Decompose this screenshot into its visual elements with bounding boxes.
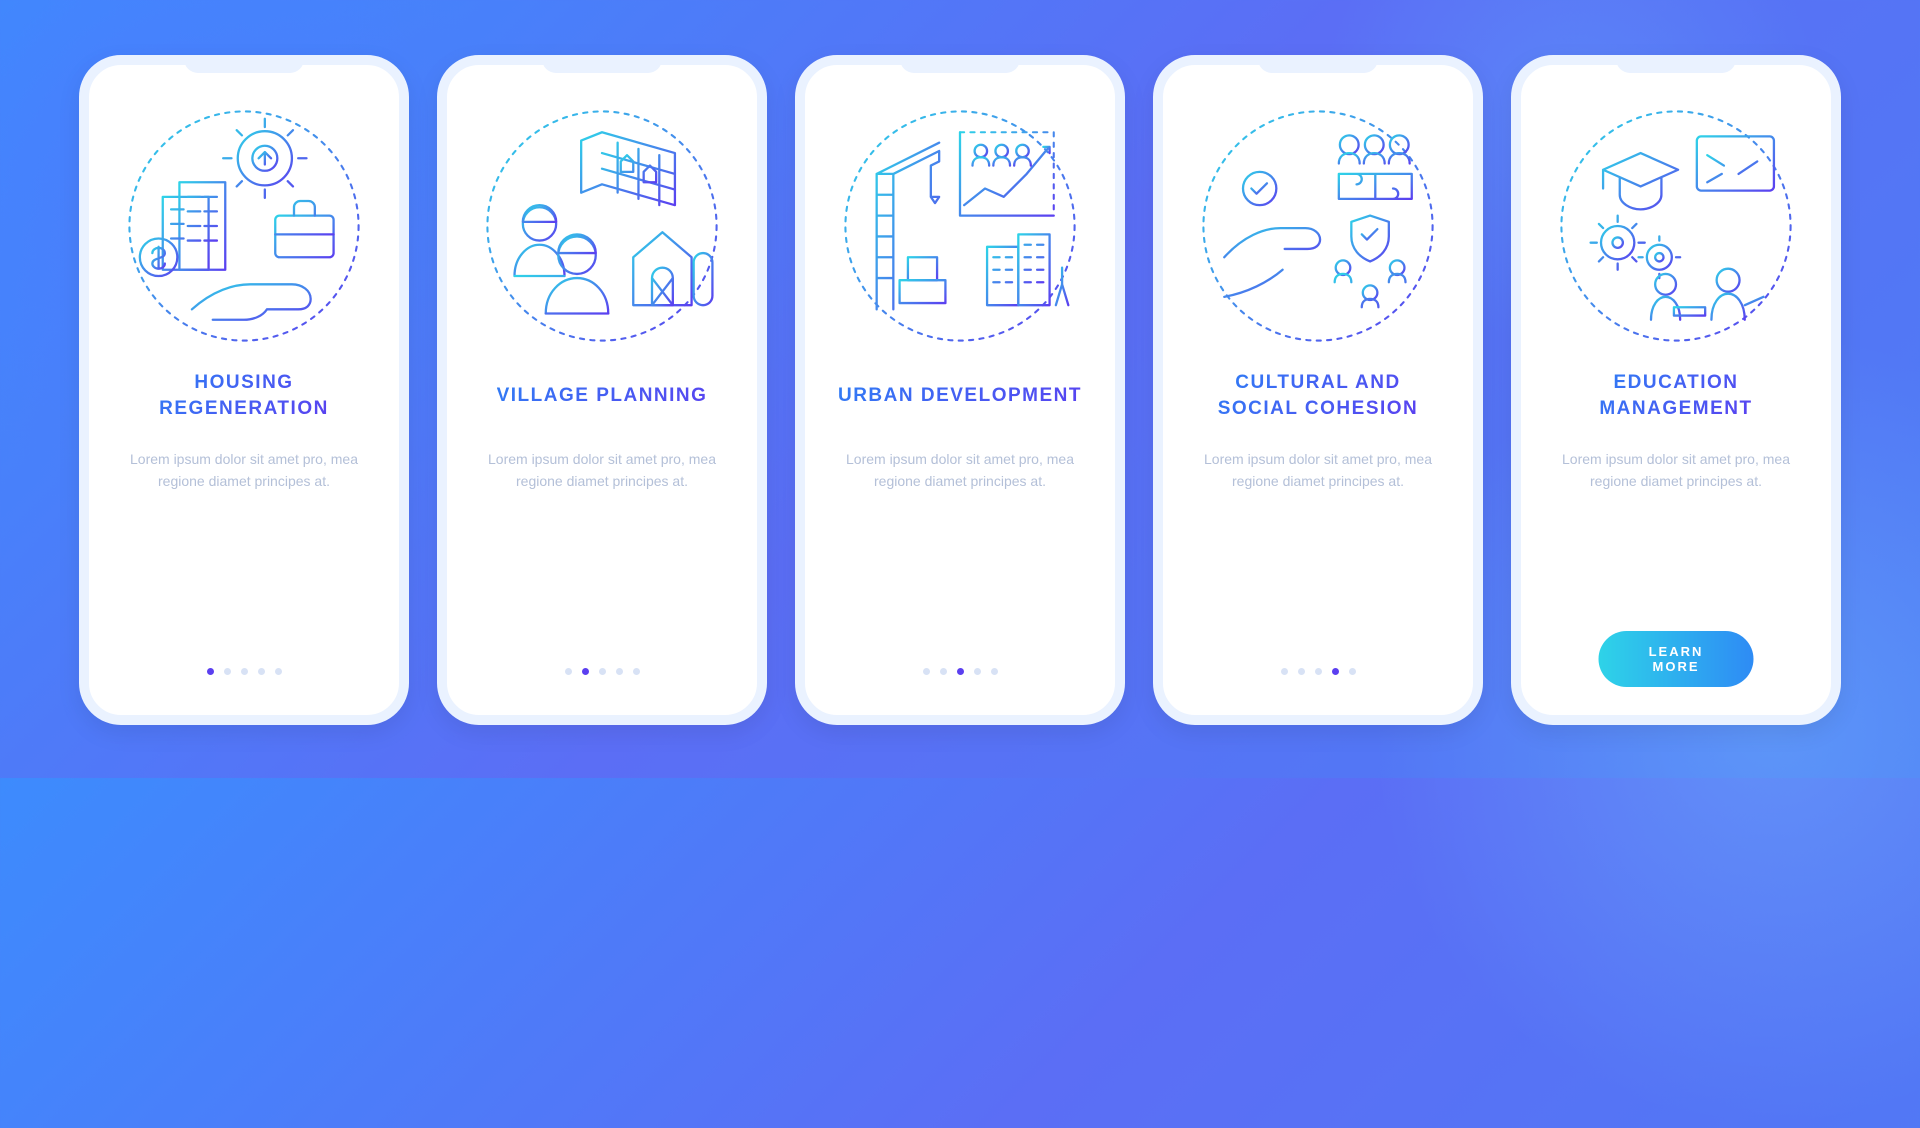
onboarding-screen: URBAN DEVELOPMENT Lorem ipsum dolor sit … bbox=[795, 55, 1125, 725]
page-dots bbox=[447, 668, 757, 675]
page-dot[interactable] bbox=[616, 668, 623, 675]
page-dot[interactable] bbox=[207, 668, 214, 675]
page-dot[interactable] bbox=[633, 668, 640, 675]
page-dot[interactable] bbox=[258, 668, 265, 675]
page-dot[interactable] bbox=[1332, 668, 1339, 675]
page-dots bbox=[89, 668, 399, 675]
village-planning-icon bbox=[477, 101, 727, 351]
learn-more-button[interactable]: LEARN MORE bbox=[1599, 631, 1754, 687]
screen-body: Lorem ipsum dolor sit amet pro, mea regi… bbox=[827, 449, 1093, 492]
page-dot[interactable] bbox=[582, 668, 589, 675]
page-dot[interactable] bbox=[923, 668, 930, 675]
page-dots bbox=[805, 668, 1115, 675]
phone-notch bbox=[1616, 55, 1736, 73]
phone-notch bbox=[1258, 55, 1378, 73]
page-dot[interactable] bbox=[1298, 668, 1305, 675]
onboarding-row: HOUSING REGENERATION Lorem ipsum dolor s… bbox=[0, 55, 1920, 725]
onboarding-screen: CULTURAL AND SOCIAL COHESION Lorem ipsum… bbox=[1153, 55, 1483, 725]
screen-body: Lorem ipsum dolor sit amet pro, mea regi… bbox=[469, 449, 735, 492]
page-dot[interactable] bbox=[940, 668, 947, 675]
housing-regeneration-icon bbox=[119, 101, 369, 351]
screen-title: EDUCATION MANAGEMENT bbox=[1599, 369, 1752, 423]
education-management-icon bbox=[1551, 101, 1801, 351]
page-dot[interactable] bbox=[957, 668, 964, 675]
screen-body: Lorem ipsum dolor sit amet pro, mea regi… bbox=[111, 449, 377, 492]
page-dot[interactable] bbox=[275, 668, 282, 675]
phone-notch bbox=[184, 55, 304, 73]
onboarding-screen: EDUCATION MANAGEMENT Lorem ipsum dolor s… bbox=[1511, 55, 1841, 725]
page-dots bbox=[1163, 668, 1473, 675]
page-dot[interactable] bbox=[1315, 668, 1322, 675]
screen-body: Lorem ipsum dolor sit amet pro, mea regi… bbox=[1543, 449, 1809, 492]
phone-notch bbox=[900, 55, 1020, 73]
page-dot[interactable] bbox=[974, 668, 981, 675]
onboarding-screen: VILLAGE PLANNING Lorem ipsum dolor sit a… bbox=[437, 55, 767, 725]
screen-title: URBAN DEVELOPMENT bbox=[838, 369, 1082, 423]
page-dot[interactable] bbox=[1281, 668, 1288, 675]
phone-notch bbox=[542, 55, 662, 73]
page-dot[interactable] bbox=[991, 668, 998, 675]
page-dot[interactable] bbox=[565, 668, 572, 675]
screen-body: Lorem ipsum dolor sit amet pro, mea regi… bbox=[1185, 449, 1451, 492]
page-dot[interactable] bbox=[599, 668, 606, 675]
cultural-social-cohesion-icon bbox=[1193, 101, 1443, 351]
screen-title: CULTURAL AND SOCIAL COHESION bbox=[1218, 369, 1419, 423]
screen-title: VILLAGE PLANNING bbox=[497, 369, 708, 423]
onboarding-screen: HOUSING REGENERATION Lorem ipsum dolor s… bbox=[79, 55, 409, 725]
screen-title: HOUSING REGENERATION bbox=[159, 369, 329, 423]
page-dot[interactable] bbox=[241, 668, 248, 675]
urban-development-icon bbox=[835, 101, 1085, 351]
page-dot[interactable] bbox=[1349, 668, 1356, 675]
page-dot[interactable] bbox=[224, 668, 231, 675]
